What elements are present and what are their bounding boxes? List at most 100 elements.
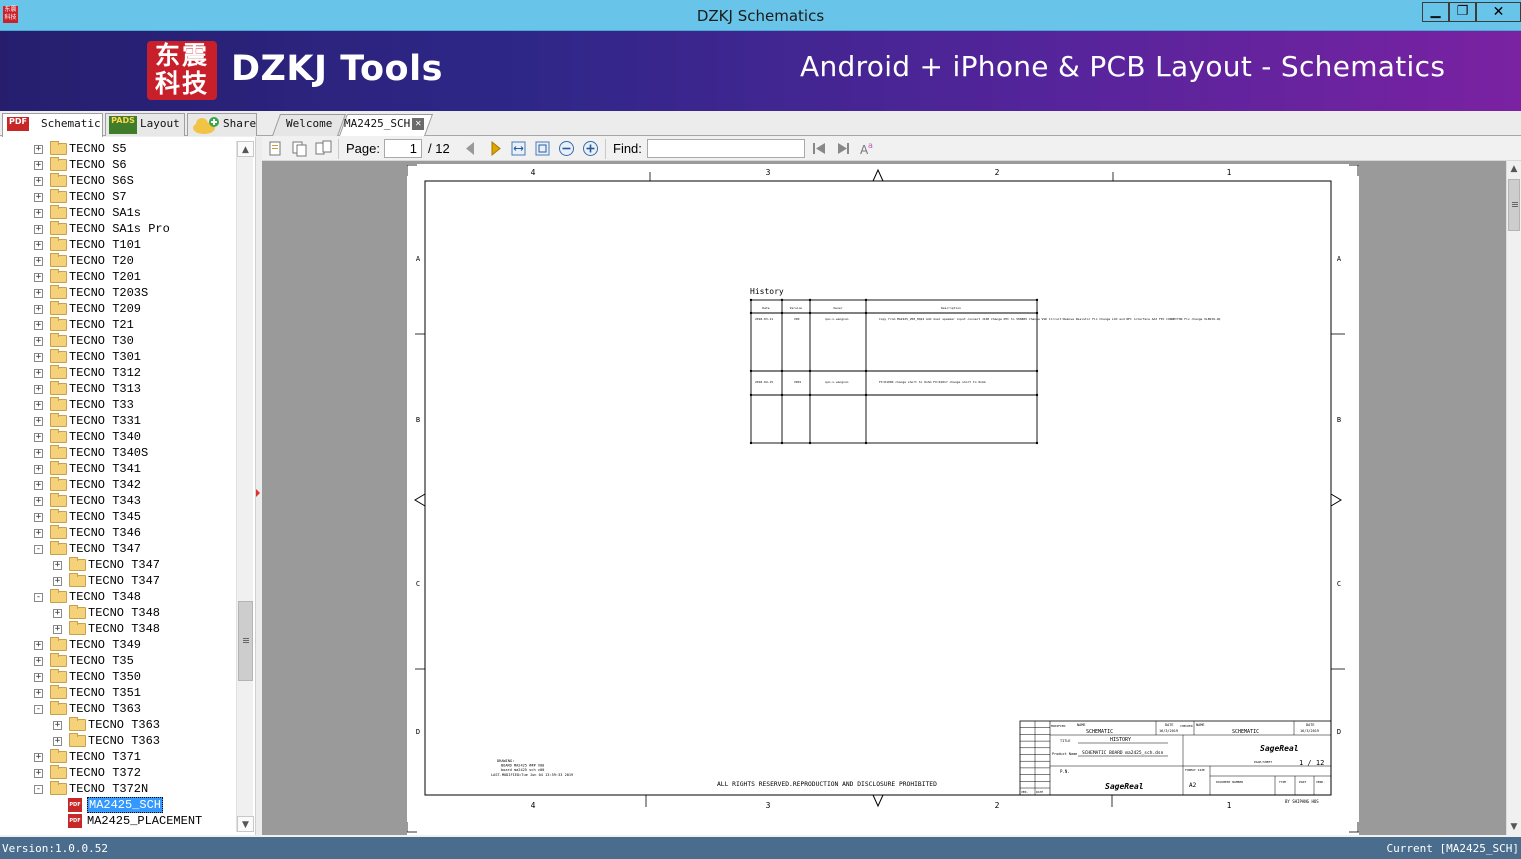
- tree-folder-item[interactable]: + TECNO T347: [0, 557, 236, 573]
- expand-icon[interactable]: +: [34, 481, 43, 490]
- tree-folder-item[interactable]: + TECNO T21: [0, 317, 236, 333]
- multi-page-icon[interactable]: [315, 140, 332, 157]
- tree-folder-item[interactable]: - TECNO T347: [0, 541, 236, 557]
- expand-icon[interactable]: +: [34, 401, 43, 410]
- tree-folder-item[interactable]: + TECNO T312: [0, 365, 236, 381]
- expand-icon[interactable]: +: [34, 177, 43, 186]
- page-number-input[interactable]: 1: [384, 139, 422, 158]
- tree-file-item[interactable]: PDF MA2425_PLACEMENT: [0, 813, 236, 829]
- find-previous-icon[interactable]: [811, 140, 828, 157]
- tab-schematic[interactable]: PDF Schematic: [2, 113, 103, 137]
- expand-icon[interactable]: +: [34, 513, 43, 522]
- tree-folder-item[interactable]: + TECNO T363: [0, 717, 236, 733]
- tree-folder-item[interactable]: + TECNO SA1s: [0, 205, 236, 221]
- expand-icon[interactable]: +: [34, 497, 43, 506]
- tree-folder-item[interactable]: + TECNO S7: [0, 189, 236, 205]
- expand-icon[interactable]: +: [34, 753, 43, 762]
- tree-folder-item[interactable]: + TECNO T331: [0, 413, 236, 429]
- expand-icon[interactable]: +: [34, 305, 43, 314]
- expand-icon[interactable]: +: [34, 657, 43, 666]
- tree-folder-item[interactable]: + TECNO T33: [0, 397, 236, 413]
- tree-folder-item[interactable]: + TECNO T363: [0, 733, 236, 749]
- expand-icon[interactable]: +: [34, 385, 43, 394]
- find-input[interactable]: [647, 139, 805, 158]
- expand-icon[interactable]: +: [34, 769, 43, 778]
- expand-icon[interactable]: +: [34, 465, 43, 474]
- collapse-icon[interactable]: -: [34, 545, 43, 554]
- expand-icon[interactable]: +: [34, 673, 43, 682]
- match-case-icon[interactable]: Aa: [859, 140, 876, 157]
- expand-icon[interactable]: +: [53, 577, 62, 586]
- expand-icon[interactable]: +: [34, 353, 43, 362]
- tree-folder-item[interactable]: + TECNO T348: [0, 605, 236, 621]
- tree-folder-item[interactable]: + TECNO T345: [0, 509, 236, 525]
- tree-folder-item[interactable]: + TECNO T301: [0, 349, 236, 365]
- fit-width-icon[interactable]: [510, 140, 527, 157]
- expand-icon[interactable]: +: [34, 257, 43, 266]
- expand-icon[interactable]: +: [53, 561, 62, 570]
- expand-icon[interactable]: +: [34, 369, 43, 378]
- scroll-down-arrow-icon[interactable]: ▼: [237, 816, 254, 832]
- tree-folder-item[interactable]: + TECNO T35: [0, 653, 236, 669]
- expand-icon[interactable]: +: [53, 625, 62, 634]
- tree-folder-item[interactable]: + TECNO T340S: [0, 445, 236, 461]
- tab-layout[interactable]: PADS Layout: [105, 113, 185, 136]
- tree-folder-item[interactable]: + TECNO T350: [0, 669, 236, 685]
- tree-folder-item[interactable]: - TECNO T372N: [0, 781, 236, 797]
- tree-folder-item[interactable]: + TECNO T341: [0, 461, 236, 477]
- expand-icon[interactable]: +: [34, 161, 43, 170]
- expand-icon[interactable]: +: [34, 241, 43, 250]
- expand-icon[interactable]: +: [34, 641, 43, 650]
- viewer-scroll-down-icon[interactable]: ▼: [1507, 819, 1521, 835]
- expand-icon[interactable]: +: [53, 721, 62, 730]
- tree-folder-item[interactable]: + TECNO T349: [0, 637, 236, 653]
- viewer-scroll-thumb[interactable]: [1508, 179, 1520, 231]
- tree-folder-item[interactable]: + TECNO T30: [0, 333, 236, 349]
- tree-folder-item[interactable]: + TECNO T101: [0, 237, 236, 253]
- tree-folder-item[interactable]: + TECNO T340: [0, 429, 236, 445]
- tab-ma2425-sch[interactable]: MA2425_SCH ✕: [339, 114, 434, 136]
- expand-icon[interactable]: +: [34, 273, 43, 282]
- zoom-in-icon[interactable]: [582, 140, 599, 157]
- collapse-icon[interactable]: -: [34, 705, 43, 714]
- fit-page-icon[interactable]: [534, 140, 551, 157]
- scroll-up-arrow-icon[interactable]: ▲: [237, 141, 254, 157]
- expand-icon[interactable]: +: [34, 449, 43, 458]
- tree-folder-item[interactable]: + TECNO T347: [0, 573, 236, 589]
- tab-share[interactable]: Share: [187, 113, 257, 136]
- tree-folder-item[interactable]: + TECNO T313: [0, 381, 236, 397]
- tree-folder-item[interactable]: + TECNO T342: [0, 477, 236, 493]
- tree-folder-item[interactable]: + TECNO T348: [0, 621, 236, 637]
- tab-welcome[interactable]: Welcome: [272, 114, 347, 136]
- tree-folder-item[interactable]: + TECNO T201: [0, 269, 236, 285]
- tree-folder-item[interactable]: + TECNO T203S: [0, 285, 236, 301]
- expand-icon[interactable]: +: [34, 209, 43, 218]
- tree-folder-item[interactable]: + TECNO T346: [0, 525, 236, 541]
- viewer-scroll-up-icon[interactable]: ▲: [1507, 161, 1521, 177]
- tree-folder-item[interactable]: + TECNO S5: [0, 141, 236, 157]
- tree-folder-item[interactable]: + TECNO T20: [0, 253, 236, 269]
- zoom-out-icon[interactable]: [558, 140, 575, 157]
- maximize-button[interactable]: ❐: [1449, 2, 1476, 22]
- expand-icon[interactable]: +: [53, 737, 62, 746]
- find-next-icon[interactable]: [835, 140, 852, 157]
- expand-icon[interactable]: +: [34, 689, 43, 698]
- tree-folder-item[interactable]: + TECNO S6S: [0, 173, 236, 189]
- expand-icon[interactable]: +: [34, 145, 43, 154]
- expand-icon[interactable]: +: [34, 289, 43, 298]
- tree-scrollbar[interactable]: ▲ ▼: [236, 141, 254, 832]
- viewer-scrollbar[interactable]: ▲ ▼: [1506, 161, 1521, 835]
- expand-icon[interactable]: +: [34, 433, 43, 442]
- expand-icon[interactable]: +: [34, 337, 43, 346]
- open-file-icon[interactable]: [267, 140, 284, 157]
- tree-folder-item[interactable]: + TECNO T372: [0, 765, 236, 781]
- collapse-icon[interactable]: -: [34, 785, 43, 794]
- tree-folder-item[interactable]: - TECNO T363: [0, 701, 236, 717]
- expand-icon[interactable]: +: [34, 321, 43, 330]
- close-button[interactable]: ✕: [1476, 2, 1521, 22]
- expand-icon[interactable]: +: [34, 193, 43, 202]
- tree-file-item[interactable]: PDF MA2425_SCH: [0, 797, 236, 813]
- expand-icon[interactable]: +: [34, 225, 43, 234]
- tree-scroll-thumb[interactable]: [238, 601, 253, 681]
- tree-folder-item[interactable]: + TECNO T351: [0, 685, 236, 701]
